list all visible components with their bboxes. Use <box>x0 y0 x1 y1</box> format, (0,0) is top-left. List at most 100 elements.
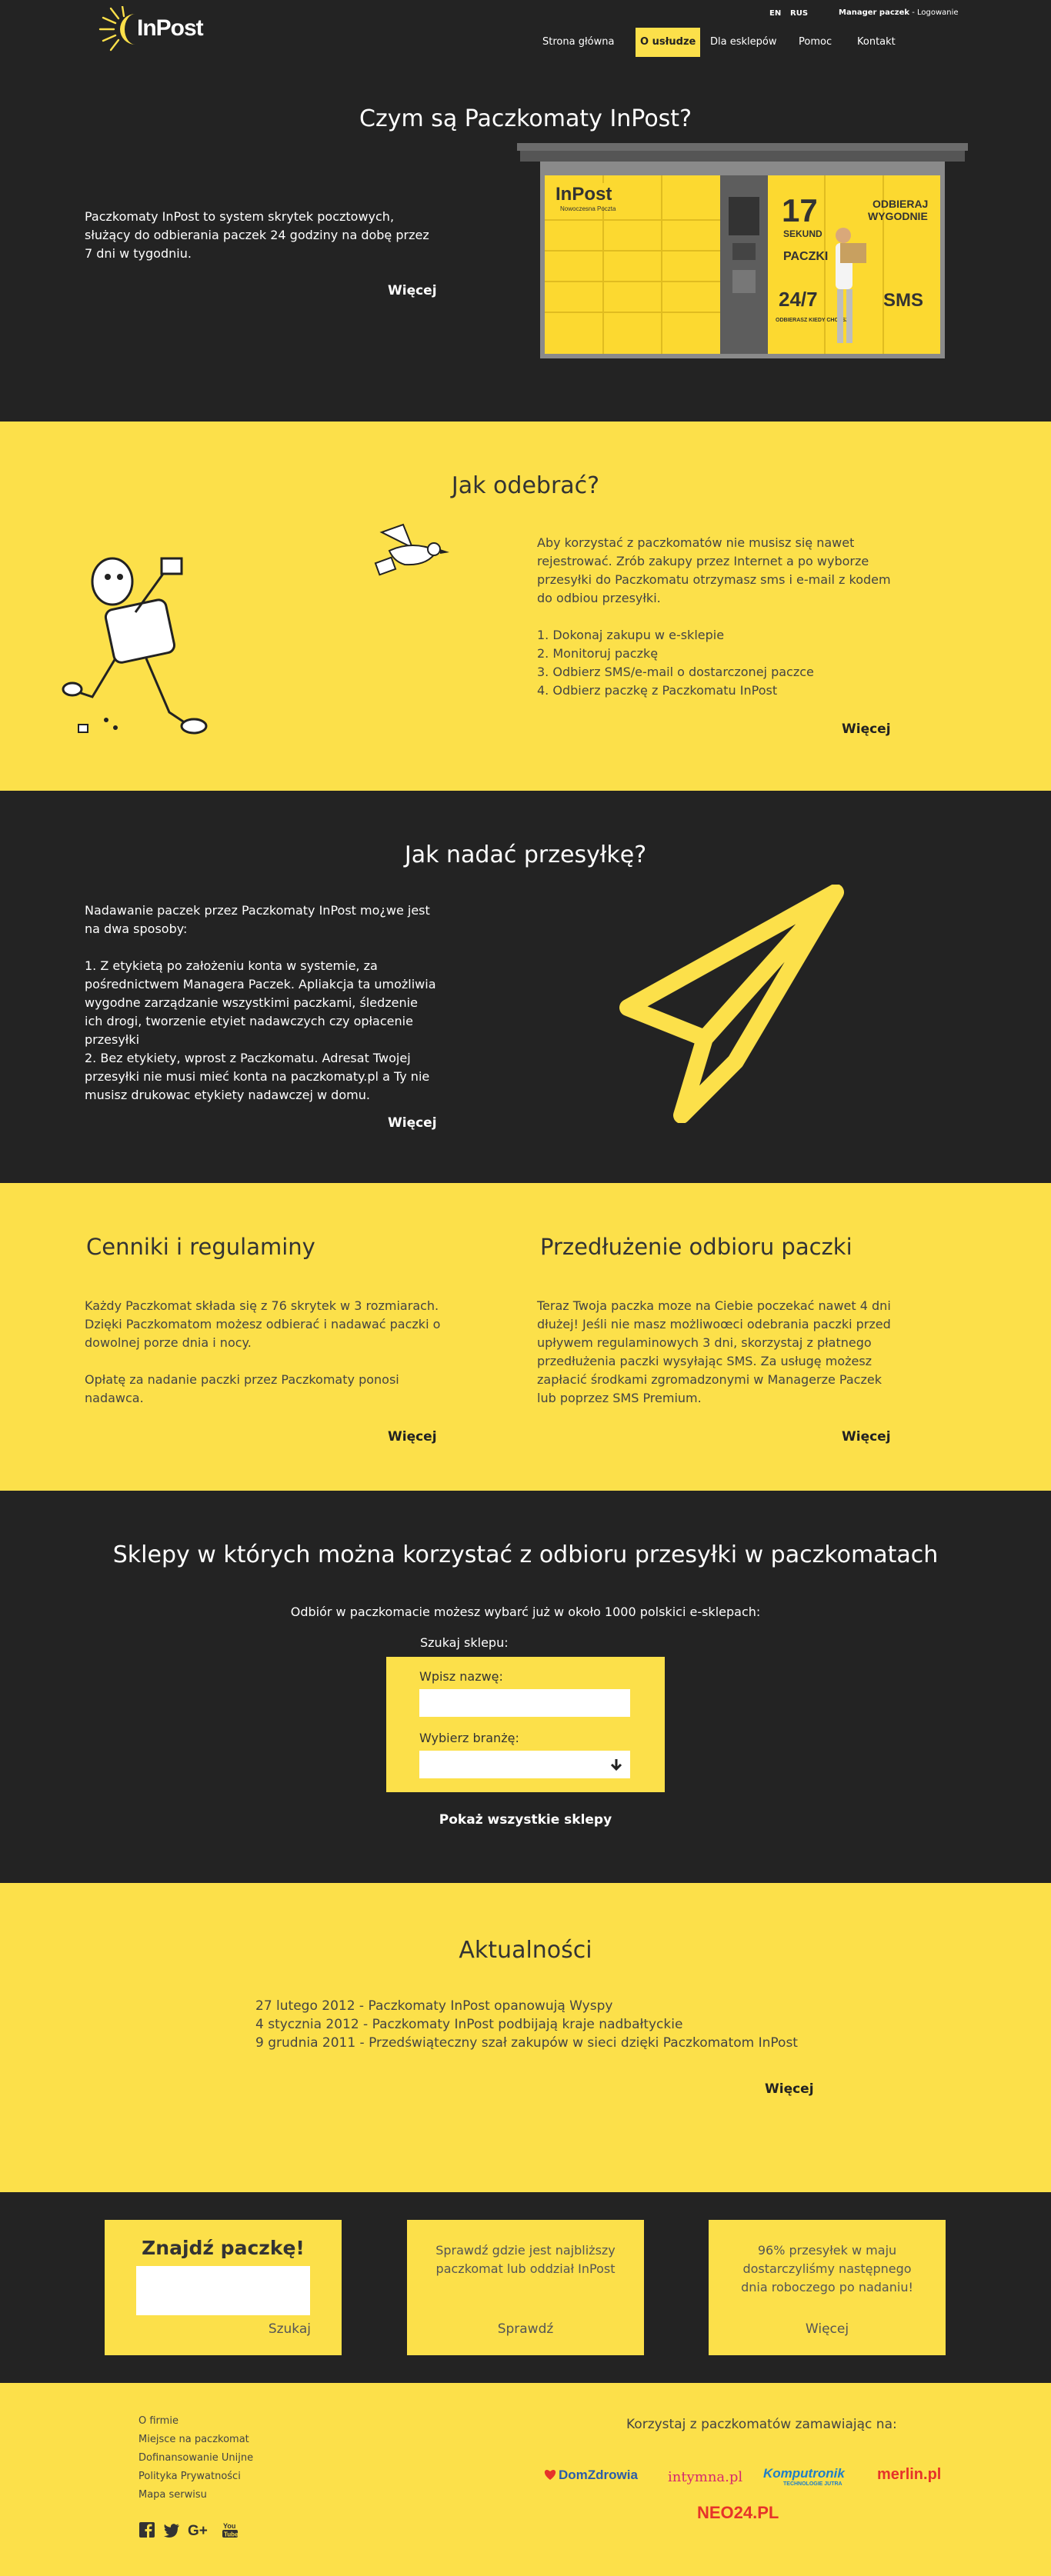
news-item[interactable]: 9 grudnia 2011 - Przedświąteczny szał za… <box>255 2034 840 2052</box>
extension-more-link[interactable]: Więcej <box>842 1429 891 1445</box>
partner-neo24[interactable]: NEO24.PL <box>697 2503 779 2523</box>
send-way-2: 2. Bez etykiety, wprost z Paczkomatu. Ad… <box>85 1051 430 1102</box>
news-title: Aktualności <box>459 1937 592 1964</box>
google-plus-icon[interactable]: G+ <box>188 2521 214 2538</box>
nav-contact[interactable]: Kontakt <box>852 28 900 57</box>
pricing-p1: Każdy Paczkomat składa się z 76 skrytek … <box>85 1298 441 1350</box>
footer-link-locker-place[interactable]: Miejsce na paczkomat <box>138 2434 249 2445</box>
pickup-step: 3. Odbierz SMS/e-mail o dostarczonej pac… <box>537 665 814 679</box>
partner-komputronik-sub: TECHNOLOGIE JUTRA <box>783 2481 842 2487</box>
pricing-text: Każdy Paczkomat składa się z 76 skrytek … <box>85 1297 446 1408</box>
send-intro: Nadawanie paczek przez Paczkomaty InPost… <box>85 903 430 936</box>
manager-link[interactable]: Manager paczek - Logowanie <box>839 8 959 17</box>
find-locker-button[interactable]: Sprawdź <box>407 2321 644 2337</box>
parcel-number-input[interactable] <box>136 2266 310 2315</box>
parcel-locker-image: InPost Nowoczesna Poczta 17 SEKUND PACZK… <box>517 143 968 358</box>
pricing-p2: Opłatę za nadanie paczki przez Paczkomat… <box>85 1372 399 1405</box>
pricing-title: Cenniki i regulaminy <box>86 1234 315 1260</box>
footer-link-eu-funding[interactable]: Dofinansowanie Unijne <box>138 2452 253 2464</box>
shop-name-input[interactable] <box>419 1689 630 1717</box>
lang-rus-link[interactable]: RUS <box>790 9 808 18</box>
nav-help[interactable]: Pomoc <box>794 28 836 57</box>
pigeon-illustration <box>374 523 449 576</box>
extension-title: Przedłużenie odbioru paczki <box>540 1234 852 1260</box>
hero-title: Czym są Paczkomaty InPost? <box>359 105 692 132</box>
find-locker-box: Sprawdź gdzie jest najbliższy paczkomat … <box>407 2220 644 2355</box>
locker-247: 24/7 <box>779 288 818 311</box>
shop-category-label: Wybierz branżę: <box>419 1731 519 1745</box>
send-title: Jak nadać przesyłkę? <box>404 841 647 868</box>
show-all-shops-link[interactable]: Pokaż wszystkie sklepy <box>0 1812 1051 1828</box>
locker-17: 17 <box>782 192 818 228</box>
find-parcel-title: Znajdź paczkę! <box>142 2237 305 2259</box>
news-list: 27 lutego 2012 - Paczkomaty InPost opano… <box>255 1997 840 2052</box>
facebook-icon[interactable] <box>138 2521 155 2538</box>
svg-text:G+: G+ <box>188 2523 208 2538</box>
partner-domzdrowia[interactable]: DomZdrowia <box>559 2468 638 2483</box>
locker-brand: InPost <box>556 184 612 205</box>
hero-section: InPost EN RUS Manager paczek - Logowanie… <box>0 0 1051 422</box>
send-text: Nadawanie paczek przez Paczkomaty InPost… <box>85 901 439 1105</box>
chevron-down-icon <box>610 1759 622 1771</box>
extension-text: Teraz Twoja paczka moze na Ciebie poczek… <box>537 1298 891 1405</box>
pickup-intro: Aby korzystać z paczkomatów nie musisz s… <box>537 535 891 605</box>
hero-more-link[interactable]: Więcej <box>388 283 437 298</box>
partner-intymna[interactable]: intymna.pl <box>668 2469 742 2485</box>
nav-about[interactable]: O usłudze <box>636 28 701 57</box>
shop-search-box: Wpisz nazwę: Wybierz branżę: <box>386 1657 665 1792</box>
pickup-step: 4. Odbierz paczkę z Paczkomatu InPost <box>537 683 778 698</box>
paper-plane-icon <box>619 885 844 1123</box>
youtube-icon[interactable]: You Tube <box>222 2521 239 2538</box>
pickup-title: Jak odebrać? <box>451 472 600 499</box>
pickup-step: 2. Monitoruj paczkę <box>537 646 659 661</box>
locker-odbieraj: ODBIERAJ <box>872 198 928 210</box>
hero-text: Paczkomaty InPost to system skrytek pocz… <box>85 209 429 261</box>
send-section: Jak nadać przesyłkę? Nadawanie paczek pr… <box>0 791 1051 1183</box>
partner-komputronik[interactable]: Komputronik <box>763 2466 845 2481</box>
locker-parcels: PACZKI <box>783 250 828 263</box>
delivery-stats-button[interactable]: Więcej <box>709 2321 946 2337</box>
pickup-section: Jak odebrać? Aby korzystać z paczkomatów… <box>0 422 1051 791</box>
shops-subtitle: Odbiór w paczkomacie możesz wybarć już w… <box>290 1605 761 1619</box>
locker-brand-sub: Nowoczesna Poczta <box>560 205 616 212</box>
shop-name-label: Wpisz nazwę: <box>419 1669 503 1684</box>
lang-en-link[interactable]: EN <box>769 9 781 18</box>
pickup-step: 1. Dokonaj zakupu w e-sklepie <box>537 628 725 642</box>
pickup-more-link[interactable]: Więcej <box>842 721 891 737</box>
nav-eshops[interactable]: Dla esklepów <box>706 28 781 57</box>
partners-title: Korzystaj z paczkomatów zamawiając na: <box>626 2417 897 2432</box>
logo-text[interactable]: InPost <box>137 15 204 42</box>
news-item[interactable]: 4 stycznia 2012 - Paczkomaty InPost podb… <box>255 2015 840 2034</box>
footer-link-about[interactable]: O firmie <box>138 2415 179 2427</box>
shops-title: Sklepy w których można korzystać z odbio… <box>112 1541 939 1568</box>
find-parcel-box: Znajdź paczkę! Szukaj <box>105 2220 342 2355</box>
footer: O firmie Miejsce na paczkomat Dofinansow… <box>0 2383 1051 2576</box>
quick-actions-section: Znajdź paczkę! Szukaj Sprawdź gdzie jest… <box>0 2192 1051 2383</box>
shop-category-select[interactable] <box>419 1751 630 1778</box>
news-more-link[interactable]: Więcej <box>765 2081 814 2097</box>
footer-link-privacy[interactable]: Polityka Prywatności <box>138 2471 241 2482</box>
footer-link-sitemap[interactable]: Mapa serwisu <box>138 2489 207 2501</box>
locker-seconds: SEKUND <box>783 228 822 239</box>
delivery-stats-box: 96% przesyłek w maju dostarczyliśmy nast… <box>709 2220 946 2355</box>
partner-merlin[interactable]: merlin.pl <box>877 2466 941 2484</box>
pickup-steps: 1. Dokonaj zakupu w e-sklepie 2. Monitor… <box>537 626 900 700</box>
news-section: Aktualności 27 lutego 2012 - Paczkomaty … <box>0 1883 1051 2192</box>
manager-label[interactable]: Manager paczek <box>839 8 909 17</box>
news-item[interactable]: 27 lutego 2012 - Paczkomaty InPost opano… <box>255 1997 840 2015</box>
shop-search-label: Szukaj sklepu: <box>420 1635 509 1650</box>
twitter-icon[interactable] <box>163 2521 180 2538</box>
find-parcel-button[interactable]: Szukaj <box>269 2321 311 2337</box>
svg-text:You: You <box>223 2522 235 2530</box>
svg-text:Tube: Tube <box>224 2531 239 2538</box>
pricing-more-link[interactable]: Więcej <box>388 1429 437 1445</box>
locker-sms: SMS <box>883 290 923 311</box>
shops-section: Sklepy w których można korzystać z odbio… <box>0 1491 1051 1883</box>
pricing-section: Cenniki i regulaminy Każdy Paczkomat skł… <box>0 1183 1051 1491</box>
domzdrowia-logo-icon <box>544 2470 556 2480</box>
delivery-stats-text: 96% przesyłek w maju dostarczyliśmy nast… <box>741 2243 913 2294</box>
login-link[interactable]: - Logowanie <box>909 8 958 17</box>
running-man-illustration <box>62 557 208 735</box>
send-more-link[interactable]: Więcej <box>388 1115 437 1131</box>
nav-home[interactable]: Strona główna <box>538 28 619 57</box>
